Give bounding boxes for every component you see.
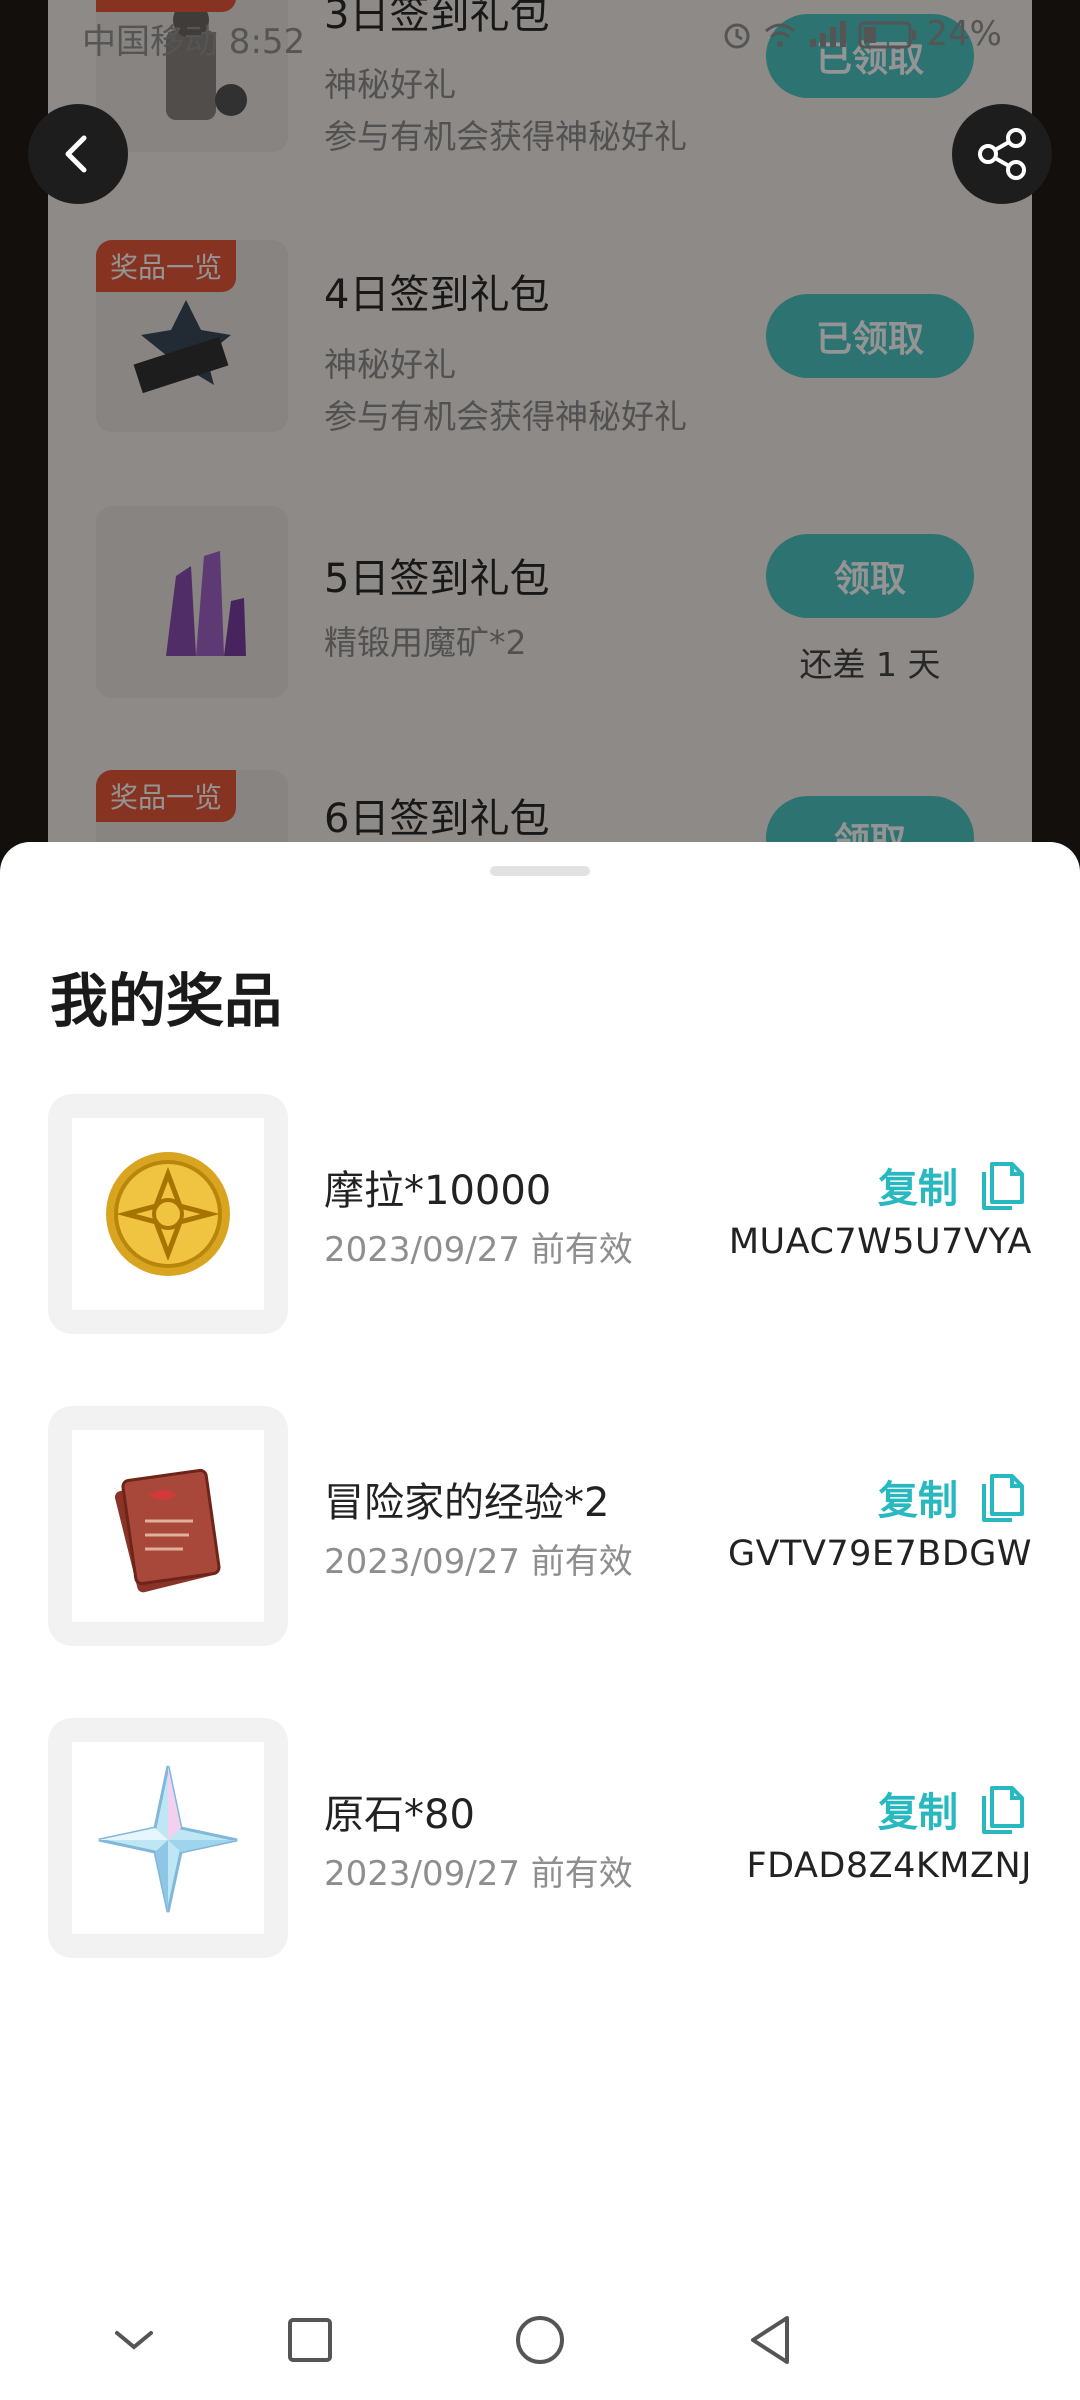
- nav-recents-button[interactable]: [270, 2300, 350, 2380]
- redeem-code: MUAC7W5U7VYA: [728, 1222, 1032, 1262]
- redeem-code: FDAD8Z4KMZNJ: [746, 1846, 1032, 1886]
- mora-coin-icon: [106, 1152, 230, 1276]
- copy-label[interactable]: 复制: [878, 1780, 958, 1838]
- share-button[interactable]: [952, 104, 1052, 204]
- circle-icon: [516, 2316, 564, 2364]
- back-button[interactable]: [28, 104, 128, 204]
- battery-percent: 24%: [926, 14, 1002, 54]
- nav-back-button[interactable]: [730, 2300, 810, 2380]
- drag-handle[interactable]: [490, 866, 590, 876]
- system-navigation-bar: [0, 2280, 1080, 2400]
- prize-thumbnail: [48, 1406, 288, 1646]
- status-bar: 中国移动 8:52 24%: [0, 0, 1080, 76]
- prize-name: 摩拉*10000: [324, 1168, 552, 1214]
- prize-thumbnail: [48, 1718, 288, 1958]
- nav-home-button[interactable]: [500, 2300, 580, 2380]
- copy-icon[interactable]: [978, 1160, 1024, 1210]
- battery-icon: [858, 21, 917, 49]
- alarm-icon: [724, 23, 750, 49]
- nav-collapse-button[interactable]: [94, 2300, 174, 2380]
- carrier-time: 中国移动 8:52: [82, 22, 306, 62]
- prize-name: 冒险家的经验*2: [324, 1480, 610, 1526]
- wifi-icon: [765, 23, 796, 47]
- triangle-back-icon: [751, 2316, 789, 2364]
- back-arrow-icon: [65, 135, 87, 173]
- prize-name: 原石*80: [324, 1792, 475, 1838]
- prize-expiry: 2023/09/27 前有效: [324, 1854, 633, 1894]
- chevron-down-icon: [115, 2331, 153, 2350]
- sheet-title: 我的奖品: [50, 967, 283, 1035]
- prize-expiry: 2023/09/27 前有效: [324, 1542, 633, 1582]
- copy-icon[interactable]: [978, 1784, 1024, 1834]
- copy-button[interactable]: 复制: [878, 1156, 1024, 1214]
- copy-icon[interactable]: [978, 1472, 1024, 1522]
- my-prizes-sheet: 我的奖品 摩拉*10000 2023/09/27 前有效 复制 MUAC7W5U…: [0, 842, 1080, 2400]
- status-icons: 24%: [720, 14, 1002, 54]
- copy-button[interactable]: 复制: [878, 1468, 1024, 1526]
- prize-item: 摩拉*10000 2023/09/27 前有效 复制 MUAC7W5U7VYA: [0, 1094, 1080, 1334]
- copy-label[interactable]: 复制: [878, 1468, 958, 1526]
- square-icon: [288, 2318, 332, 2362]
- adventurer-experience-book-icon: [114, 1468, 221, 1593]
- signal-icon: [810, 21, 847, 47]
- prize-item: 原石*80 2023/09/27 前有效 复制 FDAD8Z4KMZNJ: [0, 1718, 1080, 1958]
- share-icon: [978, 128, 1026, 180]
- primogem-icon: [98, 1765, 238, 1913]
- redeem-code: GVTV79E7BDGW: [728, 1534, 1032, 1574]
- prize-expiry: 2023/09/27 前有效: [324, 1230, 633, 1270]
- prize-thumbnail: [48, 1094, 288, 1334]
- prize-item: 冒险家的经验*2 2023/09/27 前有效 复制 GVTV79E7BDGW: [0, 1406, 1080, 1646]
- copy-button[interactable]: 复制: [878, 1780, 1024, 1838]
- copy-label[interactable]: 复制: [878, 1156, 958, 1214]
